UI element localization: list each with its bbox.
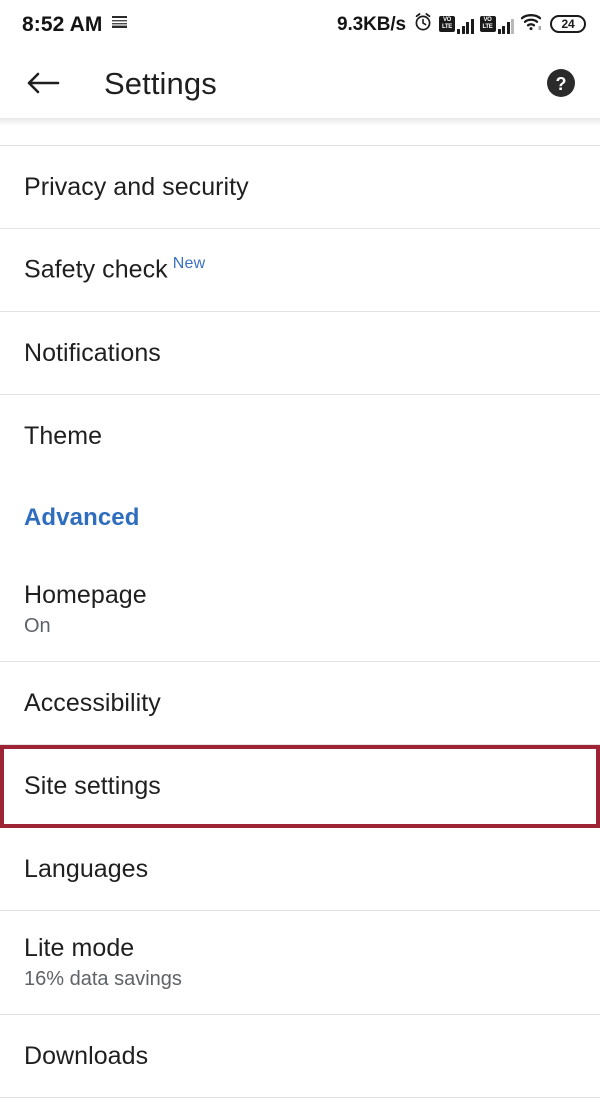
new-badge: New xyxy=(172,255,206,273)
section-header-advanced[interactable]: Advanced xyxy=(0,478,600,558)
list-top-spacer xyxy=(0,126,600,146)
row-title-text: Theme xyxy=(24,422,103,451)
row-title: Lite mode xyxy=(24,934,576,963)
row-subtitle: On xyxy=(24,614,51,637)
signal-bars-sim1 xyxy=(457,17,474,34)
toolbar-shadow xyxy=(0,118,600,126)
keyboard-icon xyxy=(111,14,128,34)
settings-row-downloads[interactable]: Downloads xyxy=(0,1015,600,1098)
settings-row-site-settings[interactable]: Site settings xyxy=(0,745,600,828)
page-title: Settings xyxy=(104,65,217,101)
network-speed-label: 9.3KB/s xyxy=(336,13,406,35)
row-title: Accessibility xyxy=(24,689,576,718)
status-bar: 8:52 AM 9.3KB/s VO LTE VO LTE 24 xyxy=(0,0,600,48)
row-title-text: Downloads xyxy=(24,1041,149,1070)
row-title: Site settings xyxy=(24,772,576,801)
alarm-clock-icon xyxy=(413,12,433,37)
settings-row-accessibility[interactable]: Accessibility xyxy=(0,662,600,745)
wifi-icon xyxy=(520,12,544,36)
settings-screen: 8:52 AM 9.3KB/s VO LTE VO LTE 24 Setting… xyxy=(0,0,600,1116)
row-title: Theme xyxy=(24,422,576,451)
signal-bars-sim2 xyxy=(497,17,514,34)
row-title: Privacy and security xyxy=(24,173,576,202)
settings-row-theme[interactable]: Theme xyxy=(0,395,600,478)
battery-indicator: 24 xyxy=(550,15,586,33)
volte-badge-sim2: VO LTE xyxy=(479,16,496,32)
row-title-text: Accessibility xyxy=(24,688,161,717)
settings-row-privacy-and-security[interactable]: Privacy and security xyxy=(0,146,600,229)
back-arrow-icon[interactable] xyxy=(26,63,66,103)
status-bar-left: 8:52 AM xyxy=(22,14,128,35)
help-circle-icon[interactable]: ? xyxy=(544,66,578,100)
settings-row-safety-check[interactable]: Safety check New xyxy=(0,229,600,312)
sim1-signal: VO LTE xyxy=(439,15,474,34)
row-title-text: Lite mode xyxy=(24,934,135,963)
row-title: Notifications xyxy=(24,339,576,368)
settings-row-homepage[interactable]: Homepage On xyxy=(0,558,600,662)
settings-row-lite-mode[interactable]: Lite mode 16% data savings xyxy=(0,911,600,1015)
row-title-text: Site settings xyxy=(24,771,161,800)
app-toolbar: Settings ? xyxy=(0,48,600,118)
volte-badge-sim1: VO LTE xyxy=(439,16,455,32)
settings-row-notifications[interactable]: Notifications xyxy=(0,312,600,395)
sim2-signal: VO LTE xyxy=(479,15,514,34)
row-title-text: Privacy and security xyxy=(24,172,249,201)
settings-list: Privacy and security Safety check New Notif… xyxy=(0,146,600,1098)
row-title: Languages xyxy=(24,855,576,884)
row-title-text: Safety check xyxy=(24,255,168,284)
row-title: Downloads xyxy=(24,1042,576,1071)
row-title-text: Languages xyxy=(24,854,149,883)
row-title-text: Homepage xyxy=(24,581,147,610)
status-clock: 8:52 AM xyxy=(22,12,103,36)
section-header-label: Advanced xyxy=(24,504,140,531)
row-title-text: Notifications xyxy=(24,338,161,367)
status-bar-right: 9.3KB/s VO LTE VO LTE 24 xyxy=(337,12,586,37)
row-title: Homepage xyxy=(24,581,576,610)
svg-text:?: ? xyxy=(556,74,567,94)
row-subtitle: 16% data savings xyxy=(24,967,182,990)
settings-row-languages[interactable]: Languages xyxy=(0,828,600,911)
row-title: Safety check New xyxy=(24,255,576,284)
